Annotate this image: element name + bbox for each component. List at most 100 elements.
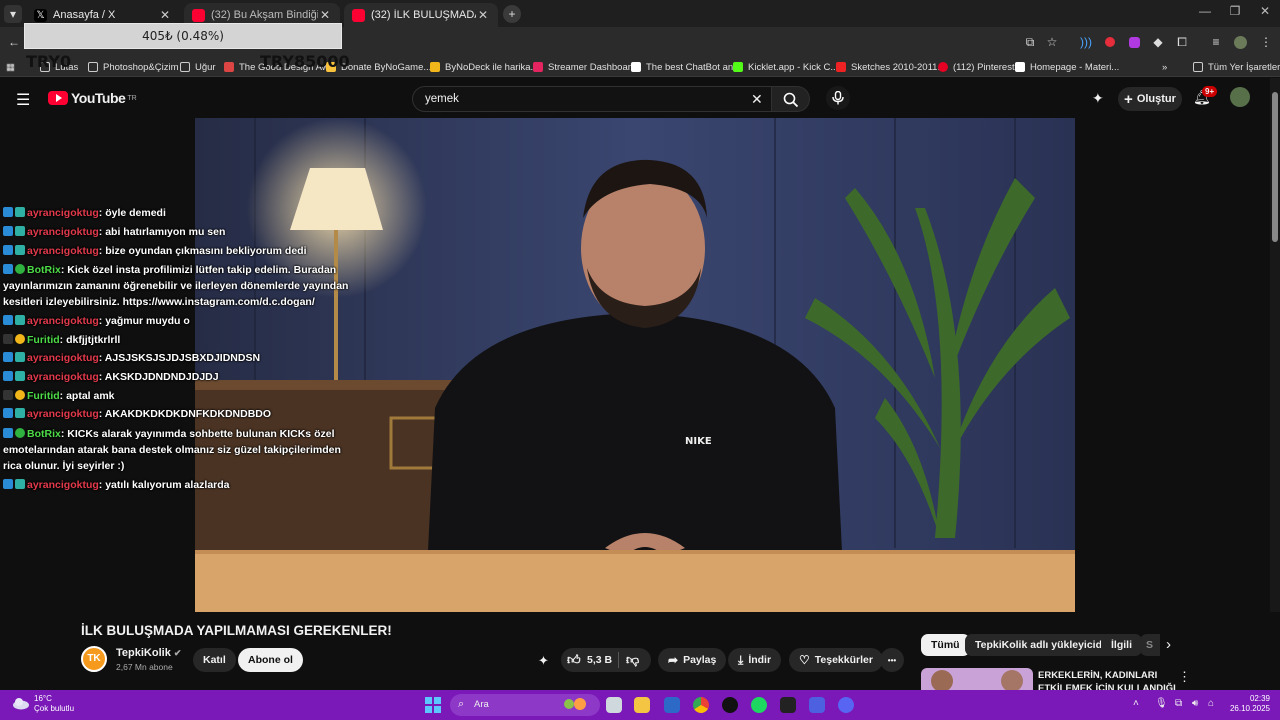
tab-youtube-active[interactable]: (32) İLK BULUŞMADA YAPILMA ✕ [344,3,498,27]
bookmarks-overflow-icon[interactable]: » [1162,60,1167,74]
bookmark-item[interactable]: ByNoDeck ile harika... [430,60,538,74]
country-code: TR [127,94,137,102]
bookmark-item[interactable]: Kicklet.app - Kick C... [733,60,838,74]
plus-icon: + [1124,90,1133,108]
filter-chip-next[interactable]: S [1140,634,1160,656]
menu-dots-icon[interactable]: ⋮ [1258,34,1274,50]
verified-check-icon: ✔ [173,648,182,658]
chat-message: ayrancigoktug: abi hatırlamıyon mu sen [3,224,225,240]
recommended-thumbnail[interactable] [921,668,1033,690]
bookmark-star-icon[interactable]: ☆ [1044,34,1060,50]
scrollbar-thumb[interactable] [1272,92,1278,242]
maximize-icon[interactable]: ❐ [1220,4,1250,22]
file-explorer-icon[interactable] [634,697,650,713]
download-button[interactable]: ⤓ İndir [728,648,782,672]
spotify-icon[interactable] [751,697,767,713]
bookmarks-bar: ▦ Lutas Photoshop&Çizim Uğur The Good De… [0,57,1280,77]
subscribe-button[interactable]: Abone ol [238,648,303,672]
chat-message: BotRix: KICKs alarak yayınımda sohbette … [3,428,341,472]
bookmark-item[interactable]: The best ChatBot an... [631,60,741,74]
premium-sparkle-icon[interactable]: ✦ [1092,90,1104,107]
like-dislike-group: 👍︎ 5,3 B 👎︎ [561,648,651,672]
thanks-button[interactable]: ♡ Teşekkürler [789,648,883,672]
hamburger-menu-icon[interactable]: ☰ [16,90,30,110]
recommended-menu-icon[interactable]: ⋮ [1178,669,1191,685]
weather-icon[interactable] [12,696,30,710]
close-tab-icon[interactable]: ✕ [318,8,332,22]
tray-overflow-icon[interactable]: ˄ [1133,698,1139,709]
clock[interactable]: 02:39 26.10.2025 [1226,694,1270,714]
all-bookmarks-folder[interactable]: Tüm Yer İşaretleri [1193,60,1280,74]
bookmark-item[interactable]: (112) Pinterest [938,60,1015,74]
back-icon[interactable]: ← [6,34,22,50]
notification-badge: 9+ [1202,86,1218,97]
youtube-logo[interactable]: YouTube TR [48,90,137,106]
minimize-icon[interactable]: — [1190,4,1220,22]
x-logo-icon: 𝕏 [34,8,47,22]
extensions-puzzle-icon[interactable]: ⧠ [1174,34,1190,50]
chat-message: ayrancigoktug: yağmur muydu o [3,313,190,329]
close-window-icon[interactable]: ✕ [1250,4,1280,22]
weather-widget[interactable]: 16°C Çok bulutlu [34,694,74,714]
channel-name[interactable]: TepkiKolik ✔ [116,647,181,659]
extension-red-icon[interactable] [1105,37,1115,47]
like-icon[interactable]: 👍︎ [567,652,581,668]
microphone-tray-icon[interactable]: 🎙︎ [1155,698,1168,709]
svg-text:NIKE: NIKE [685,436,712,447]
search-button[interactable] [772,86,810,112]
chat-message: ayrancigoktug: AKSKDJDNDNDJDJDJ [3,369,219,385]
filter-chip-all[interactable]: Tümü [921,634,970,656]
chat-message: ayrancigoktug: AJSJSKSJSJDJSBXDJIDNDSN [3,350,260,366]
chat-message: ayrancigoktug: bize oyundan çıkmasını be… [3,243,307,259]
volume-icon[interactable]: 🔊︎ [1192,698,1198,709]
create-button[interactable]: + Oluştur [1118,87,1182,111]
filter-chip-related[interactable]: İlgili [1101,634,1142,656]
dislike-icon[interactable]: 👎︎ [626,652,639,668]
join-button[interactable]: Katıl [193,648,236,672]
microphone-icon [832,91,844,105]
close-tab-icon[interactable]: ✕ [476,8,490,22]
bookmark-folder[interactable]: Photoshop&Çizim [88,60,179,74]
voice-search-button[interactable] [826,86,850,110]
store-app-icon[interactable] [664,697,680,713]
discord-icon[interactable] [838,697,854,713]
clear-search-icon[interactable]: ✕ [751,91,763,108]
bookmark-item[interactable]: Sketches 2010-2011... [836,60,945,74]
chevron-right-icon[interactable]: › [1166,636,1171,653]
reading-list-icon[interactable]: ≡ [1208,34,1224,50]
channel-avatar[interactable]: TK [81,646,107,672]
more-actions-button[interactable]: ••• [880,648,904,672]
new-tab-button[interactable]: + [503,5,521,23]
extension-diamond-icon[interactable]: ◆ [1150,34,1166,50]
chrome-icon[interactable] [693,697,709,713]
extension-purple-icon[interactable] [1128,36,1140,48]
network-icon[interactable]: ⌂ [1208,698,1214,709]
bookmark-folder[interactable]: Uğur [180,60,216,74]
search-icon: ⌕ [458,698,465,710]
bookmark-item[interactable]: Homepage - Materi... [1015,60,1119,74]
video-title: İLK BULUŞMADA YAPILMAMASI GEREKENLER! [81,623,392,638]
account-avatar[interactable] [1230,87,1250,107]
task-view-icon[interactable] [606,697,622,713]
bookmark-item[interactable]: Streamer Dashboard [533,60,636,74]
sparkle-ask-icon[interactable]: ✦ [538,653,549,669]
github-icon[interactable] [722,697,738,713]
extension-wave-icon[interactable]: ))) [1078,34,1094,50]
display-tray-icon[interactable]: ⧉ [1175,698,1182,709]
share-button[interactable]: ➦ Paylaş [658,648,727,672]
cast-icon[interactable]: ⧉ [1022,34,1038,50]
create-label: Oluştur [1136,93,1176,105]
tab-title: (32) İLK BULUŞMADA YAPILMA [371,9,476,21]
tab-title: Anasayfa / X [53,9,116,21]
page-scrollbar[interactable] [1270,78,1280,690]
youtube-header: ☰ YouTube TR yemek ✕ ✦ + Oluştur 🔔︎ 9+ [0,78,1280,118]
search-input[interactable]: yemek ✕ [412,86,772,112]
profile-avatar-icon[interactable] [1233,35,1247,49]
windows-start-icon[interactable] [425,697,441,713]
taskbar-search-input[interactable]: ⌕ Ara [450,694,600,716]
epic-games-icon[interactable] [780,697,796,713]
app-hex-icon[interactable] [809,697,825,713]
close-tab-icon[interactable]: ✕ [158,8,172,22]
tab-search-icon[interactable]: ▾ [4,5,22,23]
apps-grid-icon[interactable]: ▦ [6,60,15,74]
